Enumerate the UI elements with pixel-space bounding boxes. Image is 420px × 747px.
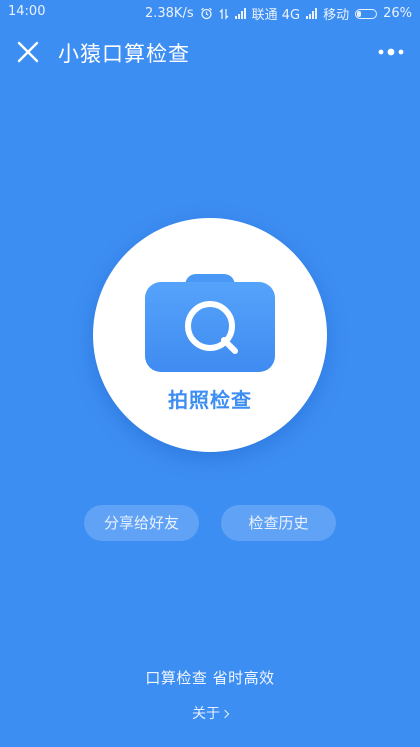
- page-title: 小猿口算检查: [58, 42, 190, 66]
- network-speed: 2.38K/s: [144, 6, 194, 21]
- status-bar: 14:00 2.38K/s 联通 4G 移动 26%: [0, 0, 420, 24]
- carrier-2: 移动: [323, 8, 350, 23]
- photo-check-button[interactable]: 拍照检查: [93, 218, 327, 452]
- more-dots-icon[interactable]: [376, 38, 406, 66]
- battery-fill: [357, 10, 362, 17]
- battery-icon: [355, 8, 378, 19]
- carrier-1: 联通 4G: [251, 8, 301, 23]
- chevron-right-icon: [220, 709, 230, 719]
- battery-percent: 26%: [383, 6, 412, 21]
- status-time: 14:00: [8, 4, 46, 19]
- close-icon[interactable]: [14, 38, 42, 66]
- camera-search-icon: [145, 274, 275, 372]
- data-arrows-icon: [219, 7, 229, 20]
- status-right: 2.38K/s 联通 4G 移动 26%: [145, 4, 412, 23]
- signal-icon-2: [306, 8, 318, 19]
- photo-check-label: 拍照检查: [168, 388, 252, 412]
- slogan: 口算检查 省时高效: [145, 669, 275, 687]
- history-button[interactable]: 检查历史: [221, 505, 336, 541]
- alarm-icon: [200, 7, 212, 20]
- about-label: 关于: [192, 706, 220, 722]
- share-button[interactable]: 分享给好友: [84, 505, 199, 541]
- header: 小猿口算检查: [0, 24, 420, 80]
- signal-icon: [234, 8, 246, 19]
- about-link[interactable]: 关于: [0, 703, 420, 723]
